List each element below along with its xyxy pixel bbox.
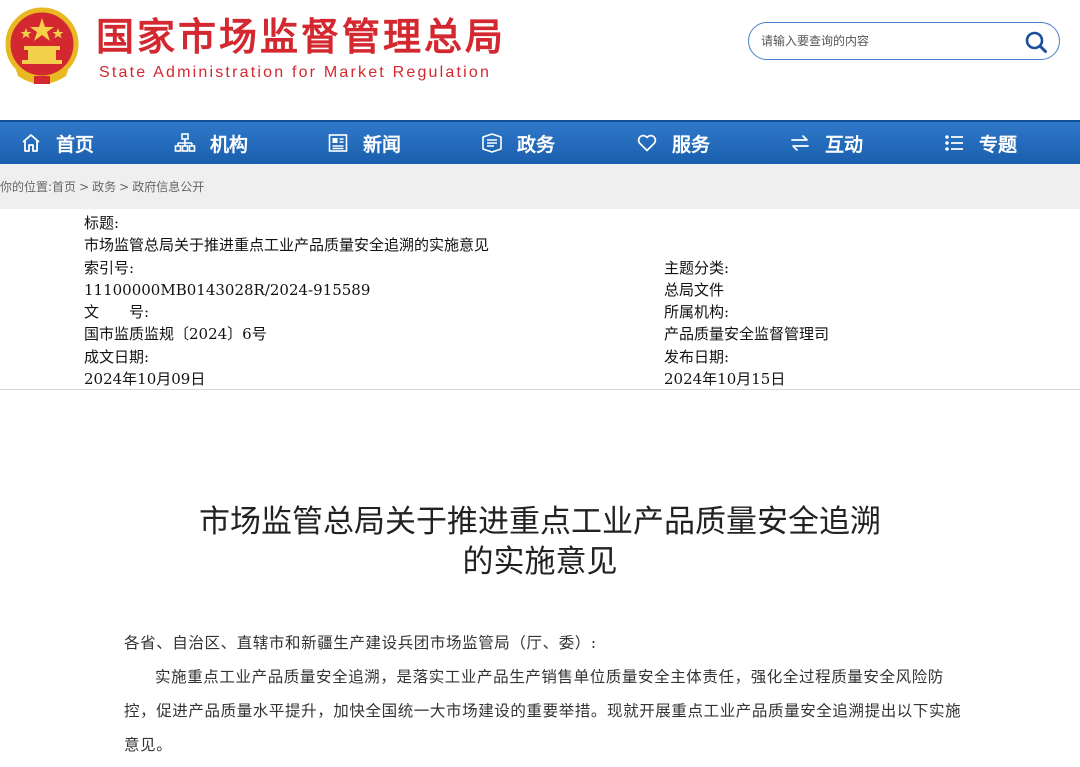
- nav-label: 服务: [672, 133, 711, 156]
- nav-label: 专题: [979, 133, 1018, 156]
- topic-list-icon: [945, 135, 963, 151]
- site-title-en: State Administration for Market Regulati…: [99, 64, 492, 81]
- docno-value: 国市监质监规〔2024〕6号: [84, 325, 267, 343]
- nav-item-topics[interactable]: 专题: [943, 122, 1017, 164]
- index-label: 索引号:: [84, 259, 135, 277]
- site-header: 国家市场监督管理总局 State Administration for Mark…: [0, 0, 1080, 120]
- index-value: 11100000MB0143028R/2024-915589: [84, 281, 371, 299]
- nav-label: 新闻: [363, 133, 402, 156]
- org-chart-icon: [174, 133, 196, 152]
- nav-item-news[interactable]: 新闻: [327, 122, 401, 164]
- org-value: 产品质量安全监督管理司: [664, 325, 830, 343]
- breadcrumb-separator: >: [79, 179, 90, 194]
- main-nav: 首页 机构 新闻 政务 服务 互动 专题: [0, 120, 1080, 164]
- search-box: [748, 22, 1060, 60]
- title-value: 市场监管总局关于推进重点工业产品质量安全追溯的实施意见: [84, 236, 490, 254]
- docno-label: 文 号:: [84, 303, 150, 321]
- nav-item-home[interactable]: 首页: [20, 122, 94, 164]
- topic-label: 主题分类:: [664, 259, 730, 277]
- nav-item-service[interactable]: 服务: [636, 122, 710, 164]
- affairs-icon: [482, 133, 502, 153]
- breadcrumb-item-gov-info[interactable]: 政府信息公开: [132, 178, 204, 195]
- article-title-line: 的实施意见: [462, 544, 618, 580]
- nav-label: 互动: [825, 133, 864, 156]
- breadcrumb-prefix: 你的位置:: [0, 180, 53, 194]
- paragraph: 实施重点工业产品质量安全追溯，是落实工业产品生产销售单位质量安全主体责任，强化全…: [124, 668, 962, 754]
- nav-label: 首页: [56, 133, 95, 156]
- article-body: 各省、自治区、直辖市和新疆生产建设兵团市场监管局（厅、委）: 实施重点工业产品质…: [124, 626, 964, 762]
- article-title: 市场监管总局关于推进重点工业产品质量安全追溯 的实施意见: [100, 502, 980, 582]
- news-icon: [328, 134, 348, 152]
- breadcrumb-separator: >: [119, 179, 130, 194]
- published-date-value: 2024年10月15日: [664, 370, 786, 388]
- site-title-cn: 国家市场监督管理总局: [96, 15, 507, 59]
- breadcrumb-item-affairs[interactable]: 政务: [92, 178, 116, 195]
- published-date-label: 发布日期:: [664, 348, 730, 366]
- topic-value: 总局文件: [664, 281, 725, 299]
- national-emblem-icon: [5, 7, 79, 84]
- heart-icon: [637, 134, 657, 152]
- search-icon[interactable]: [1023, 29, 1049, 55]
- article-title-line: 市场监管总局关于推进重点工业产品质量安全追溯: [199, 504, 881, 540]
- salutation: 各省、自治区、直辖市和新疆生产建设兵团市场监管局（厅、委）:: [124, 634, 597, 652]
- nav-label: 政务: [517, 133, 556, 156]
- exchange-arrows-icon: [791, 135, 809, 151]
- breadcrumb-item-home[interactable]: 首页: [52, 178, 76, 195]
- nav-item-interaction[interactable]: 互动: [789, 122, 863, 164]
- nav-item-org[interactable]: 机构: [174, 122, 248, 164]
- home-icon: [22, 134, 40, 152]
- document-info: 标题: 市场监管总局关于推进重点工业产品质量安全追溯的实施意见 索引号: 111…: [0, 209, 1080, 390]
- written-date-value: 2024年10月09日: [84, 370, 206, 388]
- nav-label: 机构: [210, 133, 249, 156]
- title-label: 标题:: [84, 214, 120, 232]
- written-date-label: 成文日期:: [84, 348, 150, 366]
- search-input[interactable]: [761, 31, 1011, 51]
- breadcrumb: 你的位置: 首页 > 政务 > 政府信息公开: [0, 164, 1080, 209]
- nav-item-affairs[interactable]: 政务: [481, 122, 555, 164]
- org-label: 所属机构:: [664, 303, 730, 321]
